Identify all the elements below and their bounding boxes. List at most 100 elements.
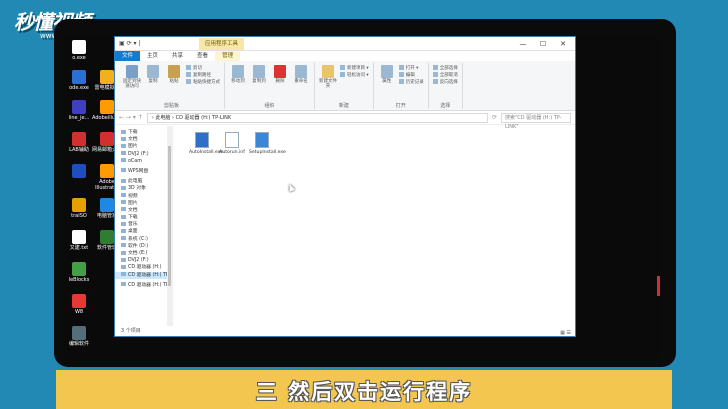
ribbon-button-label: 复制到 bbox=[252, 79, 266, 84]
ribbon-button[interactable]: 复制 bbox=[144, 63, 162, 84]
desktop-icon[interactable]: o.exe bbox=[64, 40, 94, 61]
desktop-icon[interactable]: 又建.txt bbox=[64, 230, 94, 251]
ribbon-button[interactable]: 新建文件夹 bbox=[319, 63, 337, 89]
ribbon-small-button[interactable]: 轻松访问 ▾ bbox=[340, 72, 369, 79]
item-count: 3 个项目 bbox=[121, 328, 141, 334]
desktop-icon[interactable]: traISO bbox=[64, 198, 94, 219]
nav-item[interactable]: 图片 bbox=[115, 200, 172, 207]
app-icon bbox=[72, 40, 86, 54]
desktop-icon-label: line_je... bbox=[68, 115, 90, 121]
nav-item[interactable]: 音乐 bbox=[115, 221, 172, 228]
desktop-icon-label: ode.exe bbox=[69, 85, 89, 91]
ribbon-button-label: 复制 bbox=[148, 79, 158, 84]
desktop-icon[interactable]: W8 bbox=[64, 294, 94, 315]
desktop-icon[interactable]: leBlocks bbox=[64, 262, 94, 283]
tab-3[interactable]: 查看 bbox=[190, 51, 215, 61]
ribbon-small-button[interactable]: 复制路径 bbox=[186, 72, 220, 79]
nav-item[interactable]: 文档 (E:) bbox=[115, 250, 172, 257]
desktop-icon[interactable]: 编辑软件 bbox=[64, 326, 94, 347]
ribbon-group: 全部选择 全部取消 反向选择 选择 bbox=[429, 63, 463, 109]
desktop-icon[interactable]: ode.exe bbox=[64, 70, 94, 91]
edge-indicator bbox=[657, 276, 660, 296]
ribbon-button-label: 新建文件夹 bbox=[319, 79, 337, 89]
nav-item[interactable]: 桌面 bbox=[115, 228, 172, 235]
ribbon-small-button[interactable]: 反向选择 bbox=[433, 79, 458, 86]
nav-item[interactable]: 此电脑 bbox=[115, 178, 172, 185]
ribbon-button[interactable]: 重命名 bbox=[292, 63, 310, 84]
nav-item[interactable]: 系统 (C:) bbox=[115, 236, 172, 243]
desktop-icon[interactable]: LAB辅助 bbox=[64, 132, 94, 153]
ribbon-button[interactable]: 固定到快速访问 bbox=[123, 63, 141, 89]
ribbon-group: 新建文件夹 新建项目 ▾ 轻松访问 ▾ 新建 bbox=[315, 63, 374, 109]
nav-scrollbar[interactable] bbox=[167, 126, 172, 326]
nav-item[interactable]: DVJ2 (F:) bbox=[115, 151, 172, 158]
nav-item[interactable]: 3D 对象 bbox=[115, 185, 172, 192]
ribbon-button-icon bbox=[126, 65, 138, 78]
tab-1[interactable]: 主页 bbox=[140, 51, 165, 61]
path-box[interactable]: › 此电脑 › CD 驱动器 (H:) TP-LINK bbox=[146, 112, 488, 123]
desktop-icon[interactable]: line_je... bbox=[64, 100, 94, 121]
file-name: AutoInstall.exe bbox=[189, 150, 224, 155]
ribbon-small-button[interactable]: 新建项目 ▾ bbox=[340, 65, 369, 72]
nav-item[interactable]: 视频 bbox=[115, 193, 172, 200]
nav-item[interactable]: 文档 bbox=[115, 207, 172, 214]
ribbon-button-icon bbox=[253, 65, 265, 78]
search-input[interactable]: 搜索"CD 驱动器 (H:) TP-LINK" bbox=[501, 112, 571, 130]
file-item[interactable]: Autorun.inf bbox=[219, 132, 245, 156]
ribbon-group: 属性 打开 ▾ 编辑 历史记录 打开 bbox=[374, 63, 429, 109]
ribbon-button[interactable]: 删除 bbox=[271, 63, 289, 84]
tab-0[interactable]: 文件 bbox=[115, 51, 141, 61]
ribbon-button[interactable]: 粘贴 bbox=[165, 63, 183, 84]
nav-buttons[interactable]: ← → ▾ ↑ bbox=[119, 114, 143, 121]
minimize-button[interactable]: — bbox=[513, 38, 533, 50]
ribbon-small-button[interactable]: 粘贴快捷方式 bbox=[186, 79, 220, 86]
tab-4[interactable]: 管理 bbox=[215, 51, 241, 61]
tab-2[interactable]: 共享 bbox=[165, 51, 190, 61]
nav-item[interactable]: 图片 bbox=[115, 143, 172, 150]
ribbon-button[interactable]: 复制到 bbox=[250, 63, 268, 84]
ribbon-button-icon bbox=[168, 65, 180, 78]
ribbon-small-button[interactable]: 全部选择 bbox=[433, 65, 458, 72]
app-icon bbox=[72, 100, 86, 114]
nav-item[interactable]: WPS网盘 bbox=[115, 168, 172, 175]
desktop-icon-label: 编辑软件 bbox=[68, 341, 89, 347]
nav-scroll-thumb[interactable] bbox=[168, 146, 171, 286]
app-icon bbox=[100, 198, 114, 212]
ribbon-button[interactable]: 移动到 bbox=[229, 63, 247, 84]
file-list: AutoInstall.exe Autorun.inf SetupInstall.e… bbox=[173, 126, 575, 326]
desktop-icon-label: o.exe bbox=[72, 55, 86, 61]
ribbon-button[interactable]: 属性 bbox=[378, 63, 396, 84]
ribbon-small-button[interactable]: 全部取消 bbox=[433, 72, 458, 79]
ribbon-tabs: 文件 主页 共享 查看 管理 bbox=[115, 51, 575, 61]
view-toggle-icons[interactable]: ▦ ☰ bbox=[560, 328, 571, 338]
desktop-icon-column: o.exe ode.exe 雷电模拟器 line_je... Adobeillus...… bbox=[64, 36, 123, 358]
close-button[interactable]: ✕ bbox=[553, 38, 573, 50]
app-icon bbox=[72, 326, 86, 340]
nav-item[interactable]: CD 驱动器 (H:) bbox=[115, 264, 172, 271]
app-icon bbox=[100, 100, 114, 114]
maximize-button[interactable]: ☐ bbox=[533, 38, 553, 50]
ribbon-small-button[interactable]: 历史记录 bbox=[399, 79, 424, 86]
nav-item[interactable]: CD 驱动器 (H:) TP bbox=[115, 282, 172, 289]
refresh-icon[interactable]: ⟳ bbox=[492, 114, 497, 121]
ribbon-small-button[interactable]: 剪切 bbox=[186, 65, 220, 72]
ribbon-button-label: 固定到快速访问 bbox=[123, 79, 141, 89]
file-item[interactable]: AutoInstall.exe bbox=[189, 132, 224, 156]
file-item[interactable]: SetupInstall.exe bbox=[249, 132, 286, 156]
ribbon-small-button[interactable]: 编辑 bbox=[399, 72, 424, 79]
quick-access-toolbar[interactable]: ▣ ⟳ ▾ | bbox=[119, 40, 140, 47]
nav-item[interactable]: 软件 (D:) bbox=[115, 243, 172, 250]
file-name: SetupInstall.exe bbox=[249, 150, 286, 155]
desktop-icon-label: LAB辅助 bbox=[69, 147, 89, 153]
nav-item[interactable]: 文档 bbox=[115, 136, 172, 143]
ribbon-small-button[interactable]: 打开 ▾ bbox=[399, 65, 424, 72]
desktop-icon[interactable] bbox=[64, 164, 94, 179]
navigation-pane: 下载 文档 图片 DVJ2 (F:) oCam WPS网盘 此电脑 3D 对象 视频 图片 文档 下载… bbox=[115, 126, 173, 326]
nav-item[interactable]: DVJ2 (F:) bbox=[115, 257, 172, 264]
nav-item[interactable]: CD 驱动器 (H:) TP bbox=[115, 271, 172, 279]
app-icon bbox=[100, 230, 114, 244]
nav-item[interactable]: 下载 bbox=[115, 129, 172, 136]
nav-item[interactable]: oCam bbox=[115, 158, 172, 165]
app-icon bbox=[100, 70, 114, 84]
nav-item[interactable]: 下载 bbox=[115, 214, 172, 221]
